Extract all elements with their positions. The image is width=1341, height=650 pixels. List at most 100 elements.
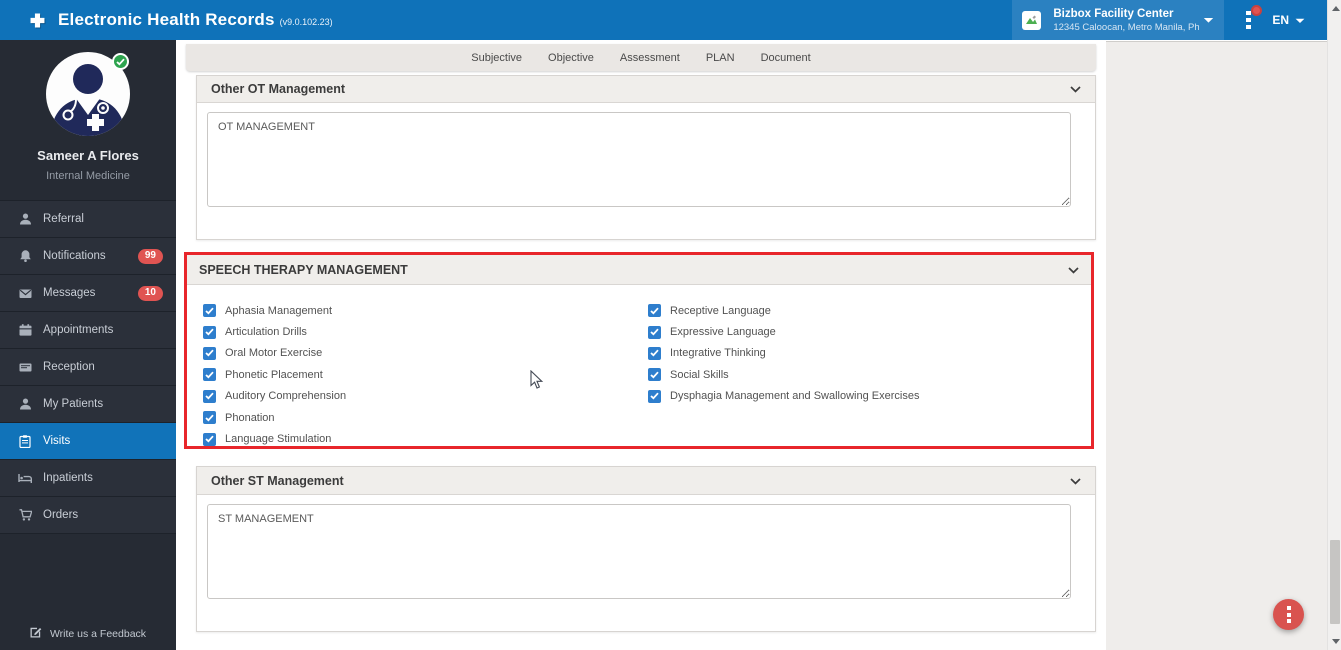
checkbox-row: Phonation (203, 407, 648, 428)
panel-title: SPEECH THERAPY MANAGEMENT (199, 262, 408, 277)
chevron-down-icon (1203, 11, 1214, 29)
chevron-down-icon (1070, 80, 1081, 98)
tab-assessment[interactable]: Assessment (620, 52, 680, 64)
panel-speech-therapy-management: SPEECH THERAPY MANAGEMENT Aphasia Manage… (184, 252, 1094, 449)
soap-tabbar: Subjective Objective Assessment PLAN Doc… (186, 44, 1096, 71)
checkbox-label: Phonation (225, 411, 275, 424)
facility-logo-icon (1022, 10, 1042, 30)
scroll-up-arrow-icon[interactable] (1331, 6, 1340, 11)
bed-icon (18, 472, 32, 484)
sidebar-item-label: Reception (43, 361, 95, 373)
feedback-label: Write us a Feedback (49, 627, 147, 640)
checkbox-checked[interactable] (203, 389, 216, 403)
sidebar-item-label: Visits (43, 435, 71, 447)
checkbox-row: Integrative Thinking (648, 343, 919, 364)
checkbox-label: Receptive Language (670, 304, 771, 317)
sidebar-item-my-patients[interactable]: My Patients (0, 386, 176, 423)
checkbox-checked[interactable] (648, 304, 661, 318)
checkbox-row: Aphasia Management (203, 300, 648, 321)
chevron-down-icon (1295, 11, 1305, 29)
sidebar-item-label: Notifications (43, 250, 106, 262)
right-background-pane (1106, 41, 1327, 650)
sidebar-item-inpatients[interactable]: Inpatients (0, 460, 176, 497)
checkbox-label: Aphasia Management (225, 304, 333, 317)
envelope-icon (18, 288, 32, 299)
checkbox-checked[interactable] (648, 346, 661, 360)
ot-management-textarea[interactable]: OT MANAGEMENT (207, 112, 1071, 207)
checkbox-checked[interactable] (648, 325, 661, 339)
facility-address: 12345 Caloocan, Metro Manila, Phil... (1053, 21, 1200, 33)
checkbox-row: Expressive Language (648, 321, 919, 342)
checkbox-checked[interactable] (203, 432, 216, 446)
scrollbar-thumb[interactable] (1330, 540, 1340, 624)
checkbox-label: Social Skills (670, 368, 729, 381)
sidebar-item-visits[interactable]: Visits (0, 423, 176, 460)
notifications-count-badge: 99 (137, 248, 163, 264)
sidebar: Sameer A Flores Internal Medicine Referr… (0, 40, 176, 650)
sidebar-item-reception[interactable]: Reception (0, 349, 176, 386)
cart-icon (18, 509, 32, 521)
reception-icon (18, 362, 32, 373)
checkbox-label: Phonetic Placement (225, 368, 323, 381)
tab-objective[interactable]: Objective (548, 52, 594, 64)
user-name: Sameer A Flores (37, 148, 139, 163)
kebab-menu-icon (1246, 10, 1251, 30)
st-management-textarea[interactable]: ST MANAGEMENT (207, 504, 1071, 599)
language-selector[interactable]: EN (1272, 11, 1305, 29)
panel-header-speech[interactable]: SPEECH THERAPY MANAGEMENT (187, 255, 1091, 285)
checkbox-row: Dysphagia Management and Swallowing Exer… (648, 386, 919, 407)
checkbox-checked[interactable] (203, 346, 216, 360)
checkbox-label: Integrative Thinking (670, 347, 766, 360)
checkbox-row: Language Stimulation (203, 428, 648, 449)
panel-title: Other OT Management (211, 82, 346, 96)
check-badge-icon (112, 53, 129, 70)
checkbox-row: Articulation Drills (203, 321, 648, 342)
checkbox-checked[interactable] (203, 304, 216, 318)
checkbox-checked[interactable] (203, 411, 216, 425)
sidebar-item-messages[interactable]: Messages 10 (0, 275, 176, 312)
checkbox-label: Oral Motor Exercise (225, 347, 323, 360)
speech-checkbox-column-right: Receptive Language Expressive Language I… (648, 300, 919, 450)
sidebar-item-label: Messages (43, 287, 96, 299)
sidebar-item-notifications[interactable]: Notifications 99 (0, 238, 176, 275)
sidebar-item-label: Orders (43, 509, 79, 521)
checkbox-row: Auditory Comprehension (203, 386, 648, 407)
checkbox-checked[interactable] (203, 325, 216, 339)
checkbox-label: Auditory Comprehension (225, 390, 347, 403)
sidebar-item-appointments[interactable]: Appointments (0, 312, 176, 349)
pencil-icon (30, 626, 42, 641)
checkbox-label: Language Stimulation (225, 433, 332, 446)
scroll-down-arrow-icon[interactable] (1331, 639, 1340, 644)
app-title: Electronic Health Records (58, 10, 275, 29)
checkbox-checked[interactable] (648, 368, 661, 382)
checkbox-checked[interactable] (203, 368, 216, 382)
tab-subjective[interactable]: Subjective (471, 52, 522, 64)
main-content: Subjective Objective Assessment PLAN Doc… (176, 40, 1327, 650)
referral-icon (18, 213, 32, 225)
tab-plan[interactable]: PLAN (706, 52, 735, 64)
chevron-down-icon (1068, 261, 1079, 279)
vertical-scrollbar[interactable] (1327, 0, 1341, 650)
sidebar-menu: Referral Notifications 99 Messages 10 Ap… (0, 200, 176, 534)
tab-document[interactable]: Document (761, 52, 811, 64)
messages-count-badge: 10 (137, 285, 163, 301)
avatar (46, 52, 130, 136)
checkbox-checked[interactable] (648, 389, 661, 403)
language-label: EN (1272, 13, 1289, 27)
sidebar-item-orders[interactable]: Orders (0, 497, 176, 534)
calendar-icon (18, 324, 32, 336)
patient-icon (18, 398, 32, 410)
sidebar-item-referral[interactable]: Referral (0, 201, 176, 238)
kebab-menu-icon (1286, 606, 1291, 623)
user-specialty: Internal Medicine (46, 170, 130, 182)
feedback-link[interactable]: Write us a Feedback (0, 626, 176, 641)
header-kebab-menu[interactable] (1224, 4, 1272, 30)
facility-selector[interactable]: Bizbox Facility Center 12345 Caloocan, M… (1012, 0, 1225, 40)
panel-other-ot-management: Other OT Management OT MANAGEMENT (196, 75, 1096, 240)
top-bar: Electronic Health Records (v9.0.102.23) … (0, 0, 1327, 40)
checkbox-label: Articulation Drills (225, 326, 307, 339)
checkbox-row: Receptive Language (648, 300, 919, 321)
floating-actions-button[interactable] (1273, 599, 1304, 630)
panel-header-ot[interactable]: Other OT Management (197, 76, 1095, 103)
panel-header-st[interactable]: Other ST Management (197, 467, 1095, 495)
